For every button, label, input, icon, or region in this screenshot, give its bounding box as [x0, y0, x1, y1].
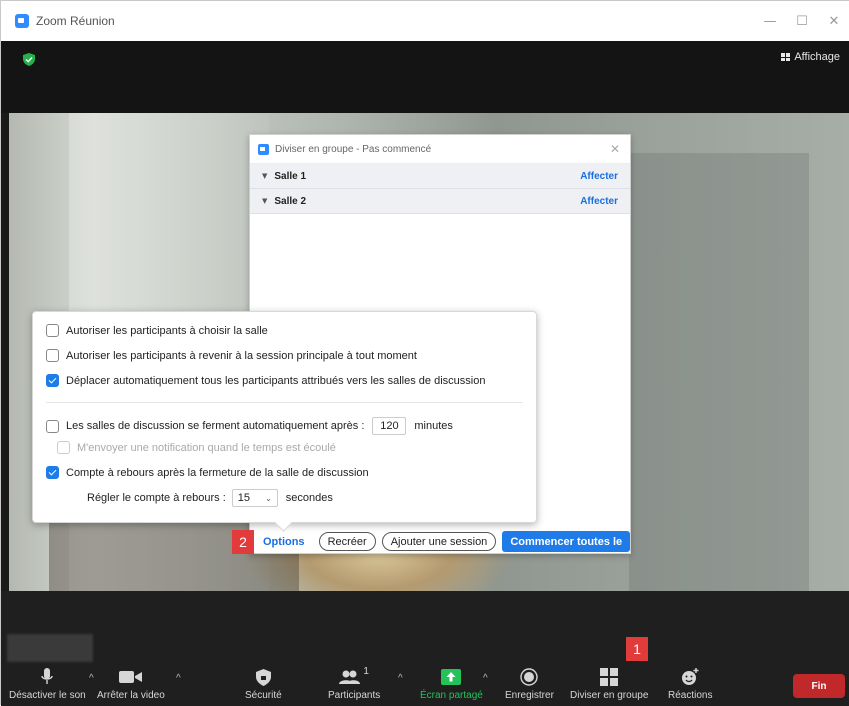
record-icon: [520, 668, 539, 686]
allow-choose-checkbox[interactable]: [46, 324, 59, 337]
option-notify: M'envoyer une notification quand le temp…: [57, 441, 336, 454]
notify-label: M'envoyer une notification quand le temp…: [77, 441, 336, 454]
security-shield-icon: [255, 668, 271, 686]
start-all-rooms-button[interactable]: Commencer toutes le: [502, 531, 631, 552]
video-options-caret-icon[interactable]: ^: [176, 673, 181, 684]
window-title: Zoom Réunion: [36, 14, 115, 28]
close-icon[interactable]: ✕: [610, 142, 620, 156]
breakout-rooms-button[interactable]: Diviser en groupe: [570, 666, 648, 701]
reactions-button[interactable]: Réactions: [668, 666, 712, 701]
breakout-grid-icon: [600, 668, 619, 686]
option-countdown-setting: Régler le compte à rebours : 15 ⌄ second…: [87, 489, 333, 507]
assign-link[interactable]: Affecter: [580, 171, 618, 182]
seconds-unit-label: secondes: [285, 492, 333, 504]
view-button[interactable]: Affichage: [781, 51, 840, 63]
share-screen-button[interactable]: Écran partagé: [420, 666, 483, 701]
microphone-icon: [41, 668, 54, 684]
expand-triangle-icon[interactable]: ▼: [262, 172, 267, 180]
breakout-dialog-header: Diviser en groupe - Pas commencé ✕: [250, 135, 630, 164]
room-row[interactable]: ▼ Salle 2 Affecter: [250, 189, 630, 214]
annotation-badge-2: 2: [232, 530, 254, 554]
record-button[interactable]: Enregistrer: [505, 666, 554, 701]
participants-button[interactable]: 1 Participants: [328, 666, 380, 701]
option-allow-choose[interactable]: Autoriser les participants à choisir la …: [46, 324, 268, 337]
participants-count: 1: [363, 666, 369, 677]
view-grid-icon: [781, 53, 791, 61]
breakout-rooms-label: Diviser en groupe: [570, 690, 649, 701]
breakout-options-popover: Autoriser les participants à choisir la …: [32, 311, 537, 523]
zoom-app-icon: [15, 14, 29, 28]
breakout-dialog-title: Diviser en groupe - Pas commencé: [275, 143, 432, 155]
zoom-window: Zoom Réunion — ☐ ✕ Affichage Diviser en …: [0, 0, 849, 706]
option-allow-return[interactable]: Autoriser les participants à revenir à l…: [46, 349, 417, 362]
countdown-label: Compte à rebours après la fermeture de l…: [66, 466, 369, 479]
encryption-shield-icon[interactable]: [23, 53, 35, 66]
participants-icon: [339, 670, 361, 684]
security-button[interactable]: Sécurité: [245, 666, 282, 701]
share-screen-label: Écran partagé: [420, 690, 483, 701]
countdown-seconds-select[interactable]: 15 ⌄: [231, 489, 278, 507]
room-name: Salle 2: [274, 195, 307, 207]
option-auto-move[interactable]: Déplacer automatiquement tous les partic…: [46, 374, 485, 387]
stop-video-button[interactable]: Arrêter la video: [97, 666, 165, 701]
auto-move-label: Déplacer automatiquement tous les partic…: [66, 374, 486, 387]
room-name: Salle 1: [274, 170, 307, 182]
auto-close-label: Les salles de discussion se ferment auto…: [66, 420, 365, 432]
reactions-label: Réactions: [668, 690, 713, 701]
smiley-add-icon: [682, 668, 699, 685]
minutes-unit-label: minutes: [414, 420, 453, 432]
mute-label: Désactiver le son: [9, 690, 86, 701]
video-background-door: [629, 153, 809, 591]
allow-return-checkbox[interactable]: [46, 349, 59, 362]
assign-link[interactable]: Affecter: [580, 196, 618, 207]
option-countdown[interactable]: Compte à rebours après la fermeture de l…: [46, 466, 369, 479]
participants-options-caret-icon[interactable]: ^: [398, 673, 403, 684]
option-auto-close[interactable]: Les salles de discussion se ferment auto…: [46, 417, 453, 435]
divider: [46, 402, 523, 403]
security-label: Sécurité: [245, 690, 282, 701]
options-button[interactable]: Options: [263, 536, 305, 548]
audio-options-caret-icon[interactable]: ^: [89, 673, 94, 684]
end-meeting-button[interactable]: Fin: [793, 674, 845, 698]
allow-choose-label: Autoriser les participants à choisir la …: [66, 324, 268, 337]
maximize-button[interactable]: ☐: [786, 14, 818, 29]
auto-close-minutes-input[interactable]: 120: [372, 417, 407, 435]
room-row[interactable]: ▼ Salle 1 Affecter: [250, 164, 630, 189]
meeting-top-bar: [1, 41, 849, 113]
allow-return-label: Autoriser les participants à revenir à l…: [66, 349, 417, 362]
zoom-app-icon: [258, 143, 269, 155]
add-session-button[interactable]: Ajouter une session: [381, 532, 497, 551]
participants-label: Participants: [328, 690, 381, 701]
minimize-button[interactable]: —: [754, 14, 786, 29]
auto-move-checkbox[interactable]: [46, 374, 59, 387]
notify-checkbox: [57, 441, 70, 454]
countdown-checkbox[interactable]: [46, 466, 59, 479]
countdown-seconds-value: 15: [237, 492, 251, 504]
mute-button[interactable]: Désactiver le son: [9, 666, 86, 701]
view-label: Affichage: [794, 51, 840, 63]
share-options-caret-icon[interactable]: ^: [483, 673, 488, 684]
breakout-dialog-footer: Options Recréer Ajouter une session Comm…: [263, 531, 631, 552]
chevron-down-icon: ⌄: [265, 493, 272, 503]
title-bar: Zoom Réunion — ☐ ✕: [1, 1, 849, 41]
video-camera-icon: [118, 671, 142, 683]
recreate-button[interactable]: Recréer: [318, 532, 376, 551]
auto-close-checkbox[interactable]: [46, 419, 59, 433]
stop-video-label: Arrêter la video: [97, 690, 165, 701]
record-label: Enregistrer: [505, 690, 554, 701]
annotation-badge-1: 1: [626, 637, 648, 661]
close-window-button[interactable]: ✕: [818, 14, 849, 29]
participant-name-tag-blurred: [7, 634, 93, 662]
window-controls: — ☐ ✕: [754, 1, 849, 41]
expand-triangle-icon[interactable]: ▼: [262, 197, 267, 205]
countdown-setting-label: Régler le compte à rebours :: [87, 492, 226, 504]
share-screen-icon: [441, 669, 462, 685]
